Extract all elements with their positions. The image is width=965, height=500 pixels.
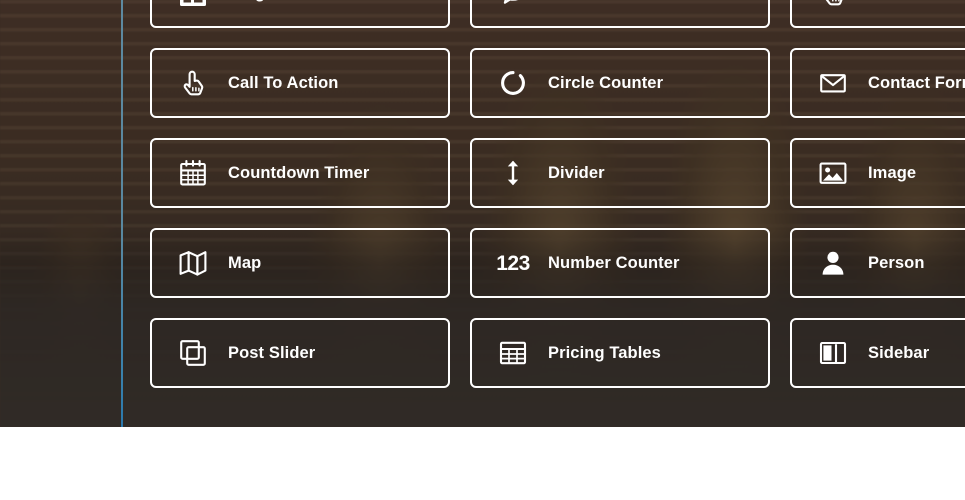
page-white-area: [0, 427, 965, 500]
module-label: Person: [868, 253, 925, 272]
table-grid-icon: [496, 336, 530, 370]
module-card-divider[interactable]: Divider: [470, 138, 770, 208]
module-card-sidebar[interactable]: Sidebar: [790, 318, 965, 388]
module-label: Image: [868, 163, 917, 182]
module-card-blurb[interactable]: Blurb: [470, 0, 770, 28]
module-card-pricing-tables[interactable]: Pricing Tables: [470, 318, 770, 388]
module-label: Circle Counter: [548, 73, 664, 92]
module-label: Blog: [228, 0, 265, 3]
number-123-icon: 123: [496, 246, 530, 280]
module-row: Post Slider Pricing Tables Sidebar: [150, 318, 965, 388]
module-card-blog[interactable]: Blog: [150, 0, 450, 28]
module-card-post-slider[interactable]: Post Slider: [150, 318, 450, 388]
module-card-countdown-timer[interactable]: Countdown Timer: [150, 138, 450, 208]
screen: Blog Blurb: [0, 0, 965, 500]
module-label: Call To Action: [228, 73, 339, 92]
stacked-squares-icon: [176, 336, 210, 370]
vertical-guide-line: [121, 0, 123, 427]
pointing-hand-icon: [816, 0, 850, 10]
user-silhouette-icon: [816, 246, 850, 280]
number-counter-glyph: 123: [496, 251, 530, 275]
module-grid: Blog Blurb: [150, 0, 965, 408]
module-label: Blurb: [548, 0, 592, 3]
module-card-circle-counter[interactable]: Circle Counter: [470, 48, 770, 118]
module-row: Blog Blurb: [150, 0, 965, 28]
module-label: Button: [868, 0, 922, 3]
two-column-panel-icon: [816, 336, 850, 370]
vertical-double-arrow-icon: [496, 156, 530, 190]
module-label: Contact Form: [868, 73, 965, 92]
module-picker-backdrop: Blog Blurb: [0, 0, 965, 427]
circle-progress-icon: [496, 66, 530, 100]
module-label: Post Slider: [228, 343, 316, 362]
folded-map-icon: [176, 246, 210, 280]
speech-bubble-icon: [496, 0, 530, 10]
module-label: Countdown Timer: [228, 163, 370, 182]
module-card-number-counter[interactable]: 123 Number Counter: [470, 228, 770, 298]
picture-icon: [816, 156, 850, 190]
envelope-icon: [816, 66, 850, 100]
module-card-map[interactable]: Map: [150, 228, 450, 298]
module-row: Countdown Timer Divider Image: [150, 138, 965, 208]
module-card-person[interactable]: Person: [790, 228, 965, 298]
module-row: Map 123 Number Counter Person: [150, 228, 965, 298]
module-card-button[interactable]: Button: [790, 0, 965, 28]
calendar-icon: [176, 156, 210, 190]
module-label: Number Counter: [548, 253, 680, 272]
module-card-image[interactable]: Image: [790, 138, 965, 208]
module-label: Sidebar: [868, 343, 930, 362]
module-label: Pricing Tables: [548, 343, 661, 362]
blog-layout-icon: [176, 0, 210, 10]
module-label: Divider: [548, 163, 605, 182]
module-label: Map: [228, 253, 262, 272]
module-card-call-to-action[interactable]: Call To Action: [150, 48, 450, 118]
pointing-hand-icon: [176, 66, 210, 100]
module-row: Call To Action Circle Counter Contact Fo…: [150, 48, 965, 118]
module-card-contact-form[interactable]: Contact Form: [790, 48, 965, 118]
